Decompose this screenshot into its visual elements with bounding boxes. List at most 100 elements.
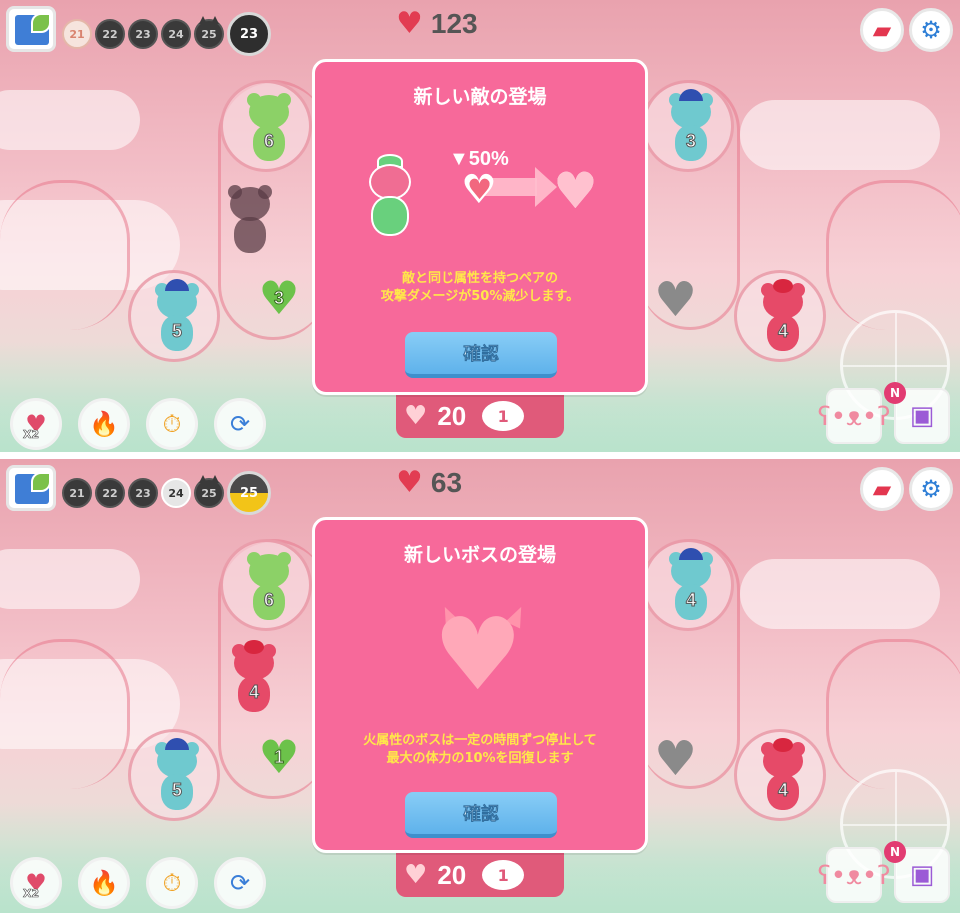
stage-21: 21 (62, 19, 92, 49)
map-button[interactable] (6, 465, 56, 511)
board-path (826, 180, 960, 330)
stage-25-boss: 25 (194, 475, 224, 508)
bear-level: 4 (685, 590, 696, 611)
hp-value: 123 (430, 8, 478, 39)
x2-label: X2 (23, 428, 40, 442)
bear-level: 6 (263, 131, 274, 152)
board-slot[interactable]: 5 (128, 729, 220, 821)
empty-slot[interactable] (220, 185, 280, 255)
timer-skill-button[interactable]: ⏱ (146, 398, 198, 450)
dialog-desc-line1: 敵と同じ属性を持つペアの (401, 271, 558, 286)
stage-22: 22 (95, 478, 125, 508)
board-path (0, 639, 130, 789)
heart-icon: ♥ (396, 6, 423, 41)
stage-25-boss: 25 (194, 16, 224, 49)
bear-blue: 3 (661, 89, 721, 163)
heart-reserve: ♥ 20 1 (396, 394, 564, 438)
bear-collection-button[interactable]: ʕ•ᴥ•ʔ (818, 388, 891, 444)
cloud (740, 100, 940, 170)
stage-progress: 21 22 23 24 25 23 (62, 12, 271, 56)
bear-collection-button[interactable]: ʕ•ᴥ•ʔ (818, 847, 891, 903)
new-badge: N (884, 841, 906, 863)
stage-21: 21 (62, 478, 92, 508)
board-path (0, 180, 130, 330)
dino-bear-icon (357, 154, 423, 238)
heart-reserve-count: 20 (437, 859, 467, 890)
gear-icon: ⚙ (920, 16, 942, 44)
x2-skill-button[interactable]: ♥ X2 (10, 398, 62, 450)
leaf-icon (31, 13, 51, 33)
gear-icon: ⚙ (920, 475, 942, 503)
bear-green: 6 (239, 552, 299, 622)
heart-reserve-badge: 1 (482, 401, 525, 431)
settings-button[interactable]: ⚙ (909, 8, 953, 52)
confirm-button[interactable]: 確認 (405, 792, 557, 838)
pink-heart-icon: ♥ (553, 162, 598, 220)
bear-blue: 5 (147, 738, 207, 812)
bear-red: 4 (224, 640, 284, 714)
x2-skill-button[interactable]: ♥ X2 (10, 857, 62, 909)
bear-level: 5 (171, 780, 182, 801)
album-button[interactable]: ▰ (860, 467, 904, 511)
dialog-desc-line2: 最大の体力の10%を回復します (386, 751, 574, 766)
bear-level: 4 (777, 780, 788, 801)
confirm-button[interactable]: 確認 (405, 332, 557, 378)
new-enemy-dialog: 新しい敵の登場 ▼50% ♥ ♥ ♥ 敵と同じ属性を持つペアの 攻撃ダメージが50… (312, 59, 648, 395)
board-slot[interactable]: 6 (220, 539, 312, 631)
clock-icon: ⏱ (162, 869, 182, 897)
leaf-heart-icon: ♥ 1 (256, 734, 302, 780)
bear-face-icon: ʕ•ᴥ•ʔ (817, 401, 891, 432)
bear-level: 4 (777, 321, 788, 342)
leaf-heart-icon: ♥ 3 (256, 275, 302, 321)
settings-button[interactable]: ⚙ (909, 467, 953, 511)
bear-blue: 5 (147, 279, 207, 353)
album-icon: ▰ (872, 475, 892, 503)
dialog-title: 新しい敵の登場 (413, 86, 547, 108)
bear-red: 4 (753, 738, 813, 812)
grey-heart-icon: ♥ (654, 731, 698, 787)
bear-blue: 4 (661, 548, 721, 622)
stage-24: 24 (161, 19, 191, 49)
bear-level: 6 (263, 590, 274, 611)
fire-skill-button[interactable]: 🔥 (78, 398, 130, 450)
board-slot[interactable]: 3 (642, 80, 734, 172)
heart-icon: ♥ (396, 465, 423, 500)
board-slot[interactable]: 6 (220, 80, 312, 172)
new-boss-dialog: 新しいボスの登場 ♥ 火属性のボスは一定の時間ずつ停止して 最大の体力の10%を… (312, 517, 648, 853)
timer-skill-button[interactable]: ⏱ (146, 857, 198, 909)
cloud (0, 549, 140, 609)
fire-skill-button[interactable]: 🔥 (78, 857, 130, 909)
heart-reserve-count: 20 (437, 400, 467, 431)
board-slot[interactable]: 4 (734, 729, 826, 821)
heart-icon: ♥ (404, 860, 428, 890)
screenshot-divider (0, 452, 960, 459)
bear-level: 5 (171, 321, 182, 342)
board-slot[interactable]: 4 (734, 270, 826, 362)
board-slot[interactable]: 4 (224, 640, 284, 716)
game-screen-top: 21 22 23 24 25 23 ♥ 123 ▰ ⚙ 6 5 3 4 ♥ 3 … (0, 0, 960, 452)
bear-red: 4 (753, 279, 813, 353)
stage-23: 23 (128, 478, 158, 508)
bear-silhouette (220, 185, 280, 255)
stage-24: 24 (161, 478, 191, 508)
board-slot[interactable]: 5 (128, 270, 220, 362)
cloud (0, 90, 140, 150)
chest-icon: ▣ (909, 860, 935, 890)
bear-level: 4 (248, 682, 259, 703)
dialog-desc-line2: 攻撃ダメージが50%減少します。 (380, 289, 580, 304)
board-slot[interactable]: 4 (642, 539, 734, 631)
new-badge: N (884, 382, 906, 404)
dialog-desc-line1: 火属性のボスは一定の時間ずつ停止して (363, 733, 597, 748)
hp-value: 63 (430, 467, 463, 498)
fire-icon: 🔥 (89, 869, 119, 897)
shuffle-skill-button[interactable]: ⟳ (214, 398, 266, 450)
current-stage: 23 (227, 12, 271, 56)
leaf-icon (31, 472, 51, 492)
map-button[interactable] (6, 6, 56, 52)
stage-22: 22 (95, 19, 125, 49)
stage-progress: 21 22 23 24 25 25 (62, 471, 271, 515)
chest-icon: ▣ (909, 401, 935, 431)
album-button[interactable]: ▰ (860, 8, 904, 52)
fire-icon: 🔥 (89, 410, 119, 438)
shuffle-skill-button[interactable]: ⟳ (214, 857, 266, 909)
